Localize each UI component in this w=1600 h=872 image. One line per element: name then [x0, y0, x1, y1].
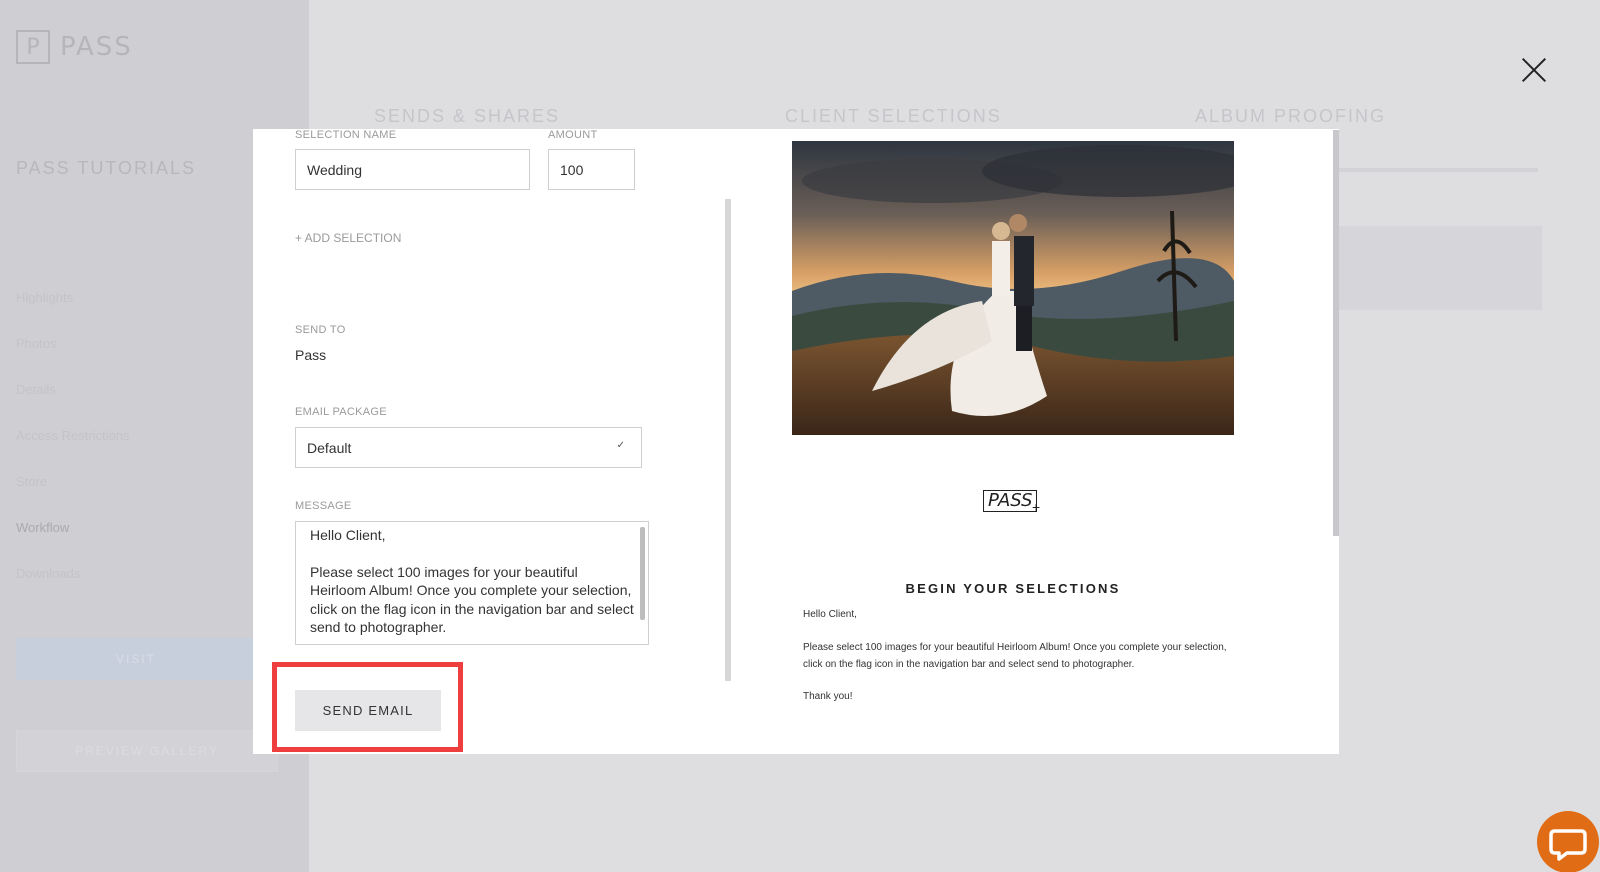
tab-client-selections[interactable]: CLIENT SELECTIONS	[785, 106, 1002, 127]
chat-icon	[1549, 829, 1587, 861]
add-selection-link[interactable]: + ADD SELECTION	[295, 231, 401, 245]
account-name: PASS TUTORIALS	[16, 158, 197, 178]
chat-button[interactable]	[1537, 811, 1599, 872]
sidebar-item-workflow[interactable]: Workflow	[16, 520, 69, 535]
message-greeting: Hello Client,	[310, 527, 386, 543]
sidebar-item-highlights[interactable]: Highlights	[16, 290, 73, 305]
sidebar-item-store[interactable]: Store	[16, 474, 47, 489]
tab-sends-shares[interactable]: SENDS & SHARES	[374, 106, 560, 127]
visit-button[interactable]: VISIT	[16, 638, 256, 680]
send-to-label: SEND TO	[295, 324, 346, 336]
preview-body: Please select 100 images for your beauti…	[803, 642, 1227, 670]
selection-name-label: SELECTION NAME	[295, 129, 397, 141]
selection-name-input[interactable]: Wedding	[295, 149, 530, 190]
tab-album-proofing[interactable]: ALBUM PROOFING	[1195, 106, 1386, 127]
preview-gallery-button[interactable]: PREVIEW GALLERY	[16, 730, 278, 772]
email-package-select[interactable]: Default ✓	[295, 427, 642, 468]
preview-signoff: Thank you!	[803, 691, 853, 702]
message-textarea[interactable]: Hello Client, Please select 100 images f…	[295, 521, 649, 645]
sidebar-item-details[interactable]: Details	[16, 382, 56, 397]
brand-logo-text: PASS	[60, 32, 133, 62]
amount-label: AMOUNT	[548, 129, 598, 141]
add-card[interactable]	[1338, 226, 1542, 310]
brand-logo: P PASS	[16, 30, 133, 64]
brand-logo-mark: P	[16, 30, 50, 64]
pass-logo: PASS	[983, 490, 1038, 512]
preview-heading: BEGIN YOUR SELECTIONS	[905, 581, 1121, 596]
wedding-photo-image	[792, 141, 1234, 435]
email-preview: PASS + BEGIN YOUR SELECTIONS Hello Clien…	[733, 129, 1339, 754]
sidebar-item-downloads[interactable]: Downloads	[16, 566, 80, 581]
sidebar-item-access[interactable]: Access Restrictions	[16, 428, 129, 443]
background-divider	[1338, 168, 1538, 172]
modal-scrollbar[interactable]	[725, 199, 731, 681]
message-label: MESSAGE	[295, 500, 352, 512]
wedding-photo	[792, 141, 1234, 435]
send-to-value: Pass	[295, 347, 327, 363]
preview-scrollbar[interactable]	[1333, 130, 1339, 536]
close-icon[interactable]	[1520, 56, 1548, 84]
amount-input[interactable]: 100	[548, 149, 635, 190]
send-email-button[interactable]: SEND EMAIL	[295, 690, 441, 731]
plus-icon: +	[1032, 499, 1041, 515]
message-body: Please select 100 images for your beauti…	[310, 563, 634, 636]
email-package-label: EMAIL PACKAGE	[295, 406, 387, 418]
message-scrollbar[interactable]	[640, 527, 645, 620]
chevron-down-icon: ✓	[616, 440, 625, 451]
sidebar-item-photos[interactable]: Photos	[16, 336, 56, 351]
send-selection-modal: SELECTION NAME Wedding AMOUNT 100 + ADD …	[253, 129, 1339, 754]
email-package-value: Default	[307, 439, 352, 456]
modal-form: SELECTION NAME Wedding AMOUNT 100 + ADD …	[253, 129, 733, 754]
preview-greeting: Hello Client,	[803, 609, 857, 620]
